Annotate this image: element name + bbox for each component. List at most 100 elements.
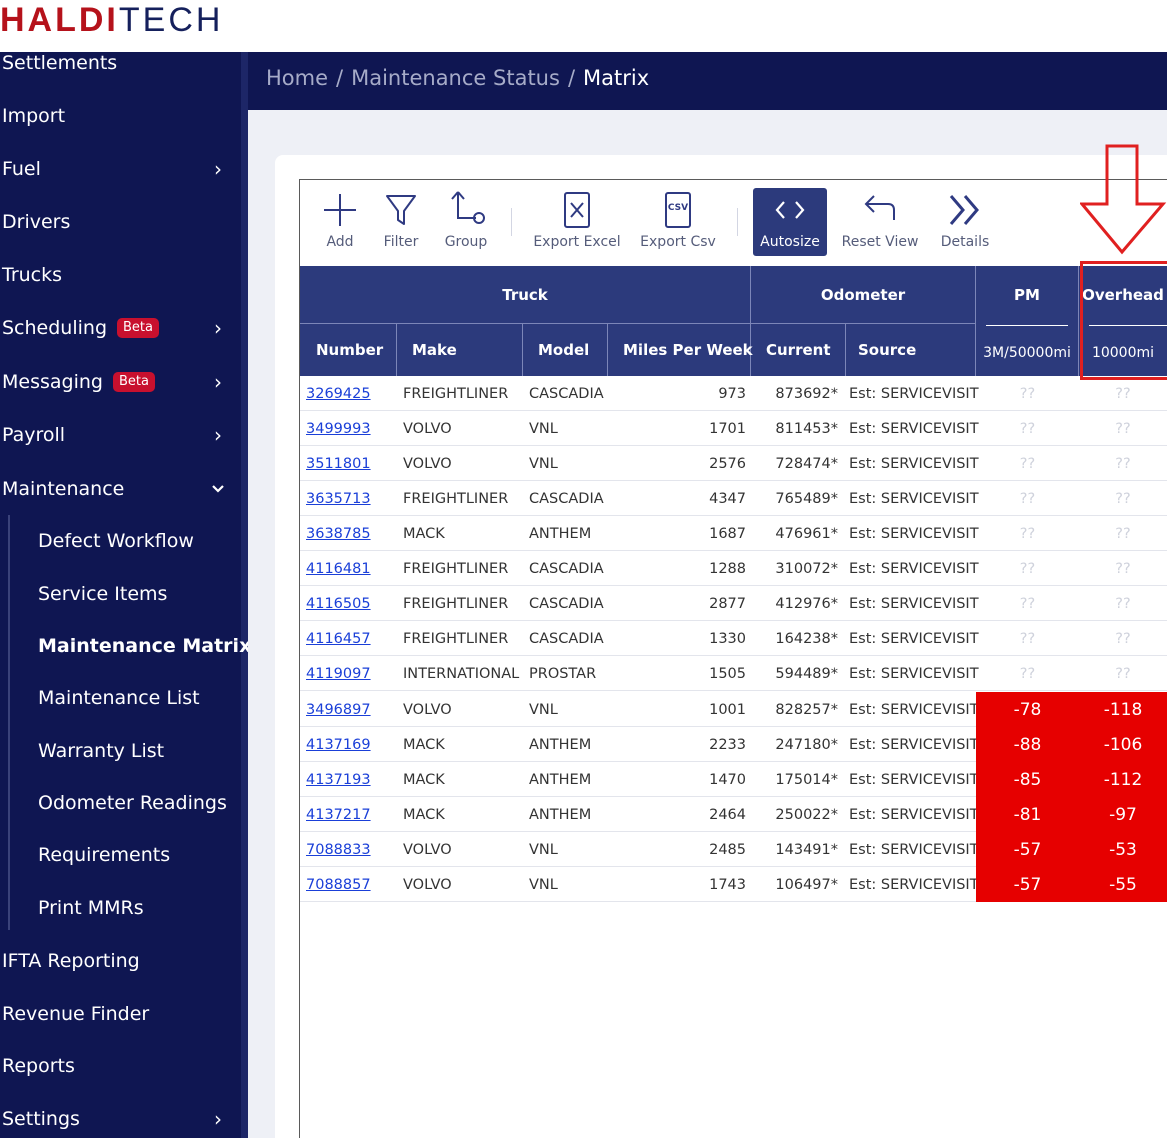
sidebar-item-settlements[interactable]: Settlements: [0, 41, 241, 85]
undo-arrow-icon: [864, 195, 895, 220]
table-row[interactable]: 4137169 MACK ANTHEM 2233 247180* Est: SERVICE…: [300, 727, 1167, 762]
column-header-source[interactable]: Source: [858, 324, 975, 376]
sidebar-item-settings[interactable]: Settings ›: [0, 1097, 241, 1138]
sidebar-item-trucks[interactable]: Trucks: [0, 253, 241, 297]
sidebar-scrollbar[interactable]: [241, 52, 248, 1138]
export-excel-button[interactable]: Export Excel: [532, 188, 622, 256]
sidebar-subitem-print-mmrs[interactable]: Print MMRs: [38, 888, 238, 928]
odometer-current-cell: 476961*: [775, 525, 838, 542]
truck-number-link[interactable]: 4116505: [306, 586, 396, 621]
odometer-source-cell: Est: SERVICEVISIT: [849, 665, 979, 682]
sidebar-subitem-odometer-readings[interactable]: Odometer Readings: [38, 783, 238, 823]
table-row[interactable]: 4116457 FREIGHTLINER CASCADIA 1330 164238* Es…: [300, 621, 1167, 656]
truck-number-link[interactable]: 4137169: [306, 727, 396, 762]
details-button[interactable]: Details: [935, 188, 995, 256]
sidebar-subitem-maintenance-list[interactable]: Maintenance List: [38, 678, 238, 718]
truck-number-link[interactable]: 7088833: [306, 832, 396, 867]
sidebar-subitem-service-items[interactable]: Service Items: [38, 574, 238, 614]
sidebar-item-label: Messaging: [2, 371, 103, 393]
truck-number-link[interactable]: 3638785: [306, 516, 396, 551]
column-header-make[interactable]: Make: [412, 324, 522, 376]
sidebar-subitem-defect-workflow[interactable]: Defect Workflow: [38, 521, 238, 561]
pm-due-cell: -78: [976, 692, 1079, 727]
sidebar-item-label: Maintenance Matrix: [38, 635, 252, 657]
column-header-pm[interactable]: PM: [976, 266, 1078, 323]
odometer-source-cell: Est: SERVICEVISIT: [849, 595, 979, 612]
filter-button[interactable]: Filter: [376, 188, 426, 256]
truck-number-link[interactable]: 4137217: [306, 797, 396, 832]
add-button[interactable]: Add: [315, 188, 365, 256]
miles-per-week-cell: 1470: [709, 771, 746, 788]
table-row[interactable]: 7088857 VOLVO VNL 1743 106497* Est: SERVICEVI…: [300, 867, 1167, 902]
table-row[interactable]: 4116505 FREIGHTLINER CASCADIA 2877 412976* Es…: [300, 586, 1167, 621]
plus-icon: [324, 194, 356, 226]
truck-number-link[interactable]: 3269425: [306, 376, 396, 411]
table-row[interactable]: 3269425 FREIGHTLINER CASCADIA 973 873692* Est…: [300, 376, 1167, 411]
sidebar-item-maintenance[interactable]: Maintenance: [0, 467, 241, 511]
column-header-number[interactable]: Number: [316, 324, 396, 376]
sidebar-subitem-maintenance-matrix[interactable]: Maintenance Matrix: [38, 626, 251, 666]
sidebar-item-label: Revenue Finder: [2, 1003, 150, 1025]
sidebar-item-drivers[interactable]: Drivers: [0, 200, 241, 244]
table-row[interactable]: 4119097 INTERNATIONAL PROSTAR 1505 594489* Es…: [300, 656, 1167, 691]
overhead-due-cell: -97: [1079, 797, 1167, 832]
odometer-source-cell: Est: SERVICEVISIT: [849, 876, 979, 893]
chevron-right-icon: ›: [214, 1107, 222, 1131]
autosize-button[interactable]: Autosize: [753, 188, 827, 256]
truck-number-link[interactable]: 4116481: [306, 551, 396, 586]
sidebar-item-label: Requirements: [38, 844, 171, 866]
sidebar-item-messaging[interactable]: Messaging Beta ›: [0, 360, 241, 404]
miles-per-week-cell: 1001: [709, 701, 746, 718]
table-row[interactable]: 4116481 FREIGHTLINER CASCADIA 1288 310072* Es…: [300, 551, 1167, 586]
column-header-miles-per-week[interactable]: Miles Per Week: [623, 324, 753, 376]
odometer-source-cell: Est: SERVICEVISIT: [849, 736, 979, 753]
table-row[interactable]: 4137193 MACK ANTHEM 1470 175014* Est: SERVICE…: [300, 762, 1167, 797]
table-row[interactable]: 3511801 VOLVO VNL 2576 728474* Est: SERVICEVI…: [300, 446, 1167, 481]
truck-number-link[interactable]: 4116457: [306, 621, 396, 656]
group-button[interactable]: Group: [438, 188, 494, 256]
sidebar-item-fuel[interactable]: Fuel ›: [0, 147, 241, 191]
sidebar-item-reports[interactable]: Reports: [0, 1044, 241, 1088]
table-row[interactable]: 3499993 VOLVO VNL 1701 811453* Est: SERVICEVI…: [300, 411, 1167, 446]
make-cell: FREIGHTLINER: [403, 385, 509, 402]
sidebar-item-revenue-finder[interactable]: Revenue Finder: [0, 992, 241, 1036]
group-icon: [451, 191, 485, 224]
truck-number-link[interactable]: 3511801: [306, 446, 396, 481]
haldi-tech-logo[interactable]: HALDITECH: [0, 2, 223, 38]
pm-due-cell: ??: [1019, 665, 1036, 682]
add-button-label: Add: [326, 234, 354, 250]
truck-number-link[interactable]: 4119097: [306, 656, 396, 691]
truck-number-link[interactable]: 3635713: [306, 481, 396, 516]
sidebar-subitem-warranty-list[interactable]: Warranty List: [38, 731, 238, 771]
sidebar-item-import[interactable]: Import: [0, 94, 241, 138]
sidebar-item-ifta-reporting[interactable]: IFTA Reporting: [0, 939, 241, 983]
table-row[interactable]: 3635713 FREIGHTLINER CASCADIA 4347 765489* Es…: [300, 481, 1167, 516]
sidebar-subitem-requirements[interactable]: Requirements: [38, 835, 238, 875]
overhead-due-cell: ??: [1115, 385, 1131, 402]
export-excel-button-label: Export Excel: [533, 234, 621, 250]
sidebar-item-scheduling[interactable]: Scheduling Beta ›: [0, 306, 241, 350]
group-header-odometer: Odometer: [820, 285, 906, 304]
sidebar-item-label: Defect Workflow: [38, 530, 194, 552]
truck-number-link[interactable]: 4137193: [306, 762, 396, 797]
truck-number-link[interactable]: 3499993: [306, 411, 396, 446]
truck-number-link[interactable]: 3496897: [306, 692, 396, 727]
column-header-current[interactable]: Current: [766, 324, 846, 376]
sidebar-item-payroll[interactable]: Payroll ›: [0, 413, 241, 457]
breadcrumb-home-link[interactable]: Home: [266, 66, 328, 90]
breadcrumb: Home / Maintenance Status / Matrix: [266, 66, 649, 90]
sidebar-item-label: Warranty List: [38, 740, 165, 762]
truck-number-link[interactable]: 7088857: [306, 867, 396, 902]
breadcrumb-maintenance-status-link[interactable]: Maintenance Status: [351, 66, 560, 90]
pm-due-cell: -88: [976, 727, 1079, 762]
table-row[interactable]: 7088833 VOLVO VNL 2485 143491* Est: SERVICEVI…: [300, 832, 1167, 867]
table-row[interactable]: 3496897 VOLVO VNL 1001 828257* Est: SERVICEVI…: [300, 692, 1167, 727]
pm-due-cell: ??: [1019, 420, 1036, 437]
table-row[interactable]: 4137217 MACK ANTHEM 2464 250022* Est: SERVICE…: [300, 797, 1167, 832]
export-csv-button[interactable]: CSV Export Csv: [636, 188, 720, 256]
filter-icon: [386, 195, 416, 225]
column-header-model[interactable]: Model: [538, 324, 608, 376]
miles-per-week-cell: 1330: [709, 630, 746, 647]
table-row[interactable]: 3638785 MACK ANTHEM 1687 476961* Est: SERVICE…: [300, 516, 1167, 551]
reset-view-button[interactable]: Reset View: [840, 188, 920, 256]
